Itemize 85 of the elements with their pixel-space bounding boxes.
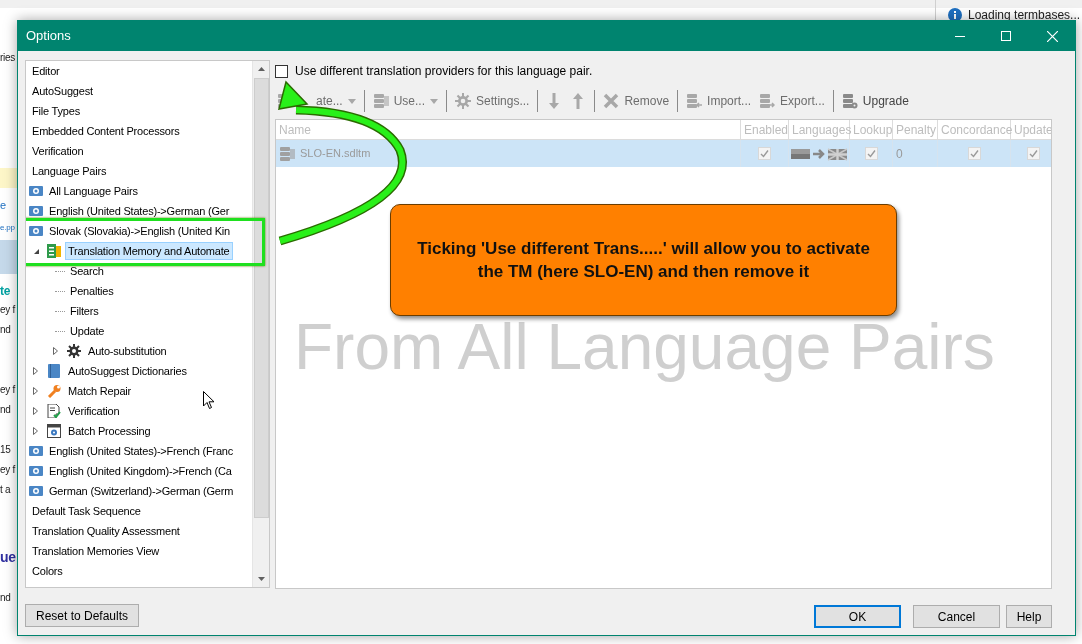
language-pair-icon [29,464,43,478]
upgrade-icon [841,93,858,109]
text-fragment: ey f [0,463,16,477]
background-banner [0,168,17,188]
checkbox-label[interactable]: Use different translation providers for this language pair. [295,62,593,80]
tree-item[interactable]: English (United States)->German (Ger [46,202,233,220]
callout-text: Ticking 'Use different Trans.....' will allow you to activate the TM (here SLO-EN) and then remove it [416,238,871,283]
tree-item[interactable]: File Types [29,102,83,120]
tree-item[interactable]: Verification [29,142,87,160]
tree-item[interactable]: All Language Pairs [46,182,141,200]
language-pair-icon [29,184,43,198]
text-fragment: nd [0,323,11,337]
mouse-pointer-icon [203,391,215,410]
tree-item[interactable]: AutoSuggest Dictionaries [65,362,190,380]
export-icon [759,93,776,109]
toolbar-button[interactable]: Upgrade [839,90,911,112]
text-fragment: ey f [0,383,16,397]
tree-item[interactable]: Default Task Sequence [29,502,144,520]
caret-icon [430,98,439,104]
import-icon [686,93,703,109]
database-icon [279,145,295,162]
tree-item[interactable]: Batch Processing [65,422,154,440]
text-fragment: 15 [0,443,11,457]
tree-item[interactable]: Penalties [67,282,117,300]
database-icon [372,93,389,109]
dialog-button[interactable]: Cancel [913,605,1000,628]
tree-item[interactable]: English (United Kingdom)->French (Ca [46,462,235,480]
tree-item[interactable]: Search [67,262,107,280]
text-fragment: e [0,198,6,213]
wrench-icon [47,384,61,398]
language-pair-icon [29,444,43,458]
tree-item[interactable]: Colors [29,562,66,580]
tree-item[interactable]: Match Repair [65,382,134,400]
gear-icon [67,344,81,358]
caret-icon [347,98,356,104]
close-icon [1046,30,1058,42]
tree-item[interactable]: Translation Memory and Automate [65,242,233,260]
window-title: Options [25,27,72,46]
language-pair-icon [29,224,43,238]
notification-text: Loading termbases... [968,7,1081,24]
text-fragment: e.pp [0,222,15,234]
tree-item[interactable]: Language Pairs [29,162,110,180]
expand-icon[interactable] [33,387,38,395]
tree-item[interactable]: Editor [29,62,63,80]
dialog-button[interactable]: OK [814,605,901,628]
delete-icon [603,93,620,109]
tree-item[interactable]: AutoSuggest [29,82,96,100]
tree-item[interactable]: Slovak (Slovakia)->English (United Kin [46,222,233,240]
maximize-icon [1001,31,1011,41]
tree-item[interactable]: Translation Quality Assessment [29,522,183,540]
background-panel [0,240,17,274]
checkbox[interactable] [275,64,288,78]
batch-window-icon [47,424,61,438]
scroll-thumb[interactable] [253,78,269,518]
text-fragment: nd [0,403,11,417]
expand-icon[interactable] [33,427,38,435]
table-cell-text: 0 [896,145,903,163]
tree-item[interactable]: Embedded Content Processors [29,122,183,140]
language-pair-icon [29,484,43,498]
flags-drawing [790,146,848,161]
table-cell-text: SLO-EN.sdltm [300,146,371,162]
expand-icon[interactable] [33,367,38,375]
book-icon [47,364,61,378]
expand-icon[interactable] [33,407,38,415]
tree-item[interactable]: Filters [67,302,102,320]
expand-icon[interactable] [53,347,58,355]
text-fragment: te [0,283,11,300]
dialog-button[interactable]: Help [1006,605,1052,628]
tree-item[interactable]: Translation Memories View [29,542,163,560]
text-fragment: ries [0,51,16,65]
collapse-icon[interactable] [33,247,40,255]
translation-memory-icon [47,244,61,258]
tree-item[interactable]: English (United States)->French (Franc [46,442,237,460]
tree-item[interactable]: German (Switzerland)->German (Germ [46,482,237,500]
tree-item[interactable]: Update [67,322,108,340]
reset-button[interactable]: Reset to Defaults [25,604,140,627]
document-check-icon [47,404,61,418]
settings-icon [455,93,472,109]
text-fragment: nd [0,591,11,605]
text-fragment: t a [0,483,11,497]
tree-item[interactable]: Verification [65,402,123,420]
language-pair-icon [29,204,43,218]
tree-item[interactable]: Auto-substitution [85,342,170,360]
text-fragment: ey f [0,303,16,317]
text-fragment: ue [0,550,16,564]
